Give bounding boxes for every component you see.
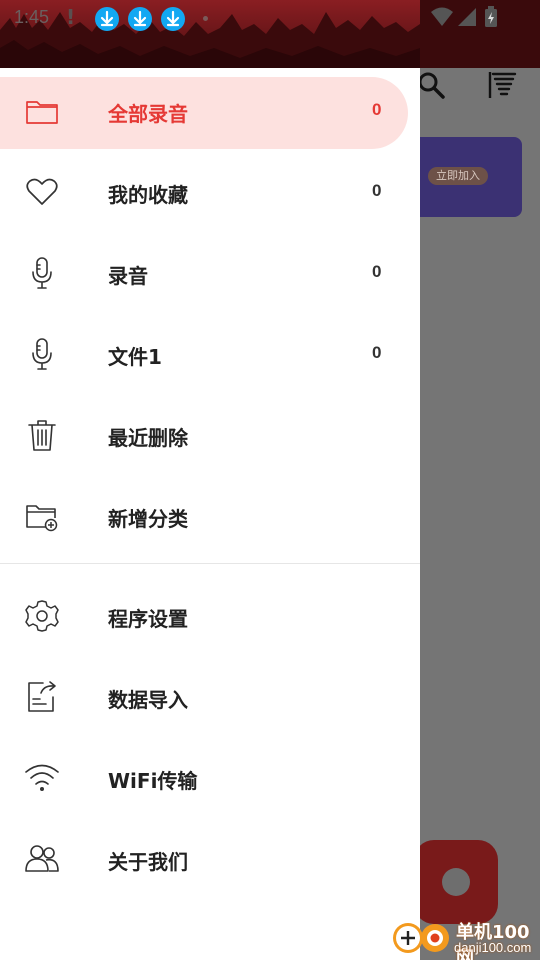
drawer-item-all-recordings[interactable]: 全部录音 0	[0, 68, 420, 149]
drawer-item-label: 新增分类	[108, 507, 188, 531]
download-icon	[95, 7, 119, 31]
gear-icon	[24, 598, 60, 634]
trash-icon	[24, 417, 60, 453]
watermark-url: danji100.com	[454, 940, 532, 955]
navigation-drawer: 全部录音 0 我的收藏 0 录音 0 文件1 0 最近删除 新增分类 程序设置 …	[0, 0, 420, 960]
drawer-item-settings[interactable]: 程序设置	[0, 573, 420, 654]
microphone-icon	[24, 255, 60, 291]
folder-add-icon	[24, 498, 60, 534]
drawer-item-label: 关于我们	[108, 850, 188, 874]
drawer-item-count: 0	[372, 100, 382, 119]
watermark-logo-icon	[390, 916, 450, 960]
microphone-icon	[24, 336, 60, 372]
search-icon[interactable]	[416, 70, 446, 100]
drawer-item-wifi-transfer[interactable]: WiFi传输	[0, 735, 420, 816]
drawer-item-label: 程序设置	[108, 607, 188, 631]
users-icon	[24, 841, 60, 877]
drawer-item-data-import[interactable]: 数据导入	[0, 654, 420, 735]
sort-icon[interactable]	[488, 70, 518, 100]
drawer-item-count: 0	[372, 181, 382, 200]
wifi-icon	[24, 760, 60, 796]
battery-icon	[484, 6, 498, 32]
drawer-item-label: 录音	[108, 264, 148, 288]
drawer-item-add-category[interactable]: 新增分类	[0, 473, 420, 554]
notification-dot-icon	[203, 16, 208, 21]
watermark: 单机100网 danji100.com	[390, 916, 540, 960]
drawer-item-favorites[interactable]: 我的收藏 0	[0, 149, 420, 230]
drawer-item-recently-deleted[interactable]: 最近删除	[0, 392, 420, 473]
active-highlight	[0, 77, 408, 149]
wifi-signal-icon	[430, 6, 454, 32]
status-time: 1:45	[14, 7, 50, 27]
drawer-item-label: WiFi传输	[108, 769, 198, 793]
folder-icon	[24, 93, 60, 129]
import-icon	[24, 679, 60, 715]
join-button[interactable]: 立即加入	[428, 167, 488, 185]
drawer-item-label: 数据导入	[108, 688, 188, 712]
drawer-item-label: 文件1	[108, 345, 162, 369]
drawer-item-label: 我的收藏	[108, 183, 188, 207]
drawer-item-about-us[interactable]: 关于我们	[0, 816, 420, 897]
download-icon	[128, 7, 152, 31]
drawer-divider	[0, 563, 420, 564]
drawer-item-file1[interactable]: 文件1 0	[0, 311, 420, 392]
status-bar: 1:45 !	[0, 0, 540, 36]
alert-icon: !	[66, 5, 76, 29]
heart-icon	[24, 174, 60, 210]
promo-banner[interactable]: 立即加入	[410, 137, 522, 217]
cell-signal-icon	[456, 6, 478, 32]
drawer-item-count: 0	[372, 262, 382, 281]
drawer-item-count: 0	[372, 343, 382, 362]
drawer-item-recordings[interactable]: 录音 0	[0, 230, 420, 311]
drawer-item-label: 全部录音	[108, 102, 188, 126]
record-fab[interactable]	[414, 840, 498, 924]
download-icon	[161, 7, 185, 31]
drawer-item-label: 最近删除	[108, 426, 188, 450]
record-dot-icon	[442, 868, 470, 896]
